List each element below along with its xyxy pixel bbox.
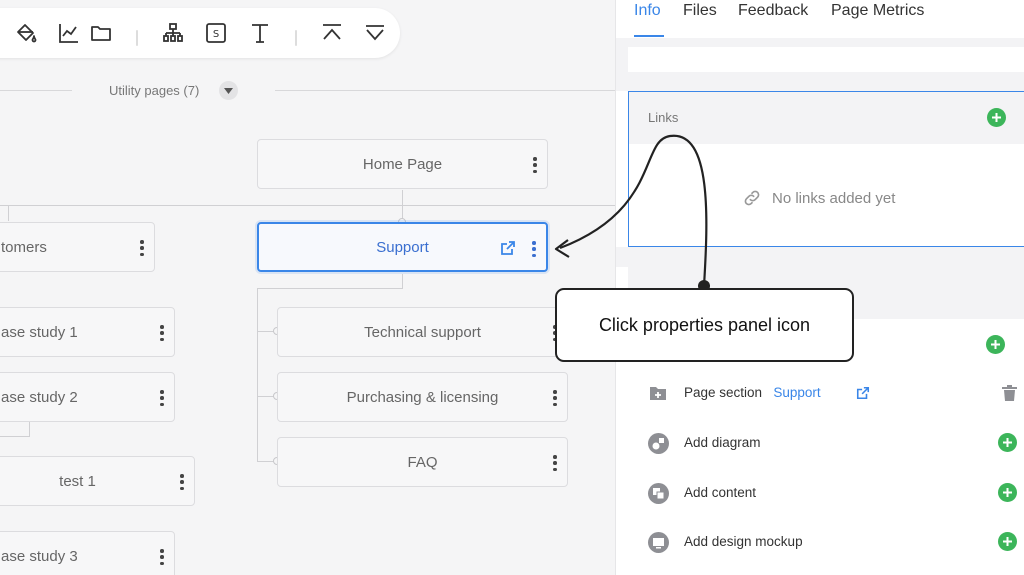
node-label: ase study 3 — [1, 547, 78, 565]
page-section-row[interactable]: Page section Support — [628, 373, 1024, 413]
node-label: tomers — [1, 238, 47, 256]
more-options-icon[interactable] — [553, 455, 557, 471]
divider — [0, 90, 72, 91]
divider — [275, 90, 615, 91]
add-design-mockup-button[interactable] — [998, 532, 1017, 551]
connector — [29, 422, 30, 436]
add-diagram-button[interactable] — [998, 433, 1017, 452]
connector — [0, 436, 30, 437]
add-link-button[interactable] — [987, 108, 1006, 127]
page-section-link[interactable]: Support — [773, 385, 820, 400]
utility-pages-toggle[interactable] — [219, 81, 238, 100]
page-node-test-1[interactable]: test 1 — [0, 456, 195, 506]
folder-icon[interactable] — [88, 20, 114, 46]
page-node-purchasing-licensing[interactable]: Purchasing & licensing — [277, 372, 568, 422]
paint-bucket-icon[interactable] — [13, 20, 39, 46]
page-node-case-study-2[interactable]: ase study 2 — [0, 372, 175, 422]
sitemap-icon[interactable] — [160, 20, 186, 46]
plus-icon — [992, 113, 1001, 122]
row-label: Add diagram — [684, 435, 761, 450]
page-node-case-study-3[interactable]: ase study 3 — [0, 531, 175, 575]
dollar-box-icon[interactable]: S — [203, 20, 229, 46]
page-node-support[interactable]: Support — [257, 222, 548, 272]
text-icon[interactable] — [247, 20, 273, 46]
connector — [8, 205, 9, 221]
tab-feedback[interactable]: Feedback — [738, 2, 808, 20]
links-header: Links — [629, 92, 1024, 144]
chevron-down-icon — [224, 87, 233, 94]
connector — [257, 288, 258, 462]
connector — [258, 288, 403, 289]
collapse-up-icon[interactable] — [319, 20, 345, 46]
add-section-button[interactable] — [986, 335, 1005, 354]
more-options-icon[interactable] — [553, 390, 557, 406]
utility-pages-label: Utility pages (7) — [109, 83, 200, 98]
content-icon — [648, 483, 669, 504]
mockup-icon — [648, 532, 669, 553]
links-section: Links No links added yet — [628, 91, 1024, 247]
more-options-icon[interactable] — [140, 240, 144, 256]
plus-icon — [991, 340, 1000, 349]
row-label: Add content — [684, 485, 757, 500]
row-label: Page section — [684, 385, 763, 400]
tooltip-callout: Click properties panel icon — [555, 288, 854, 362]
external-link-icon[interactable] — [856, 386, 870, 400]
node-label: Support — [376, 238, 429, 256]
line-chart-icon[interactable] — [56, 20, 82, 46]
node-label: Home Page — [362, 155, 443, 173]
plus-icon — [1003, 488, 1012, 497]
add-diagram-row[interactable]: Add diagram — [628, 423, 1024, 463]
panel-tabs: Info Files Feedback Page Metrics — [616, 0, 1024, 38]
tab-files[interactable]: Files — [683, 2, 717, 20]
row-label: Add design mockup — [684, 534, 803, 549]
trash-icon[interactable] — [1001, 384, 1018, 402]
empty-links-message: No links added yet — [742, 188, 895, 208]
sitemap-canvas[interactable]: S Utility pages (7) Home Page Support to… — [0, 0, 615, 575]
page-node-customers[interactable]: tomers — [0, 222, 155, 272]
add-design-mockup-row[interactable]: Add design mockup — [628, 522, 1024, 562]
node-label: Purchasing & licensing — [346, 388, 499, 406]
more-options-icon[interactable] — [532, 241, 536, 257]
tab-info[interactable]: Info — [634, 2, 661, 20]
more-options-icon[interactable] — [160, 325, 164, 341]
expand-down-icon[interactable] — [362, 20, 388, 46]
add-content-row[interactable]: Add content — [628, 473, 1024, 513]
connector — [402, 274, 403, 288]
empty-links-text: No links added yet — [772, 189, 896, 207]
more-options-icon[interactable] — [533, 157, 537, 173]
plus-icon — [1003, 537, 1012, 546]
more-options-icon[interactable] — [160, 390, 164, 406]
toolbar-divider — [136, 30, 138, 46]
connector — [0, 205, 615, 206]
node-label: Technical support — [364, 323, 481, 341]
panel-section — [628, 47, 1024, 72]
links-label: Links — [648, 110, 679, 125]
page-node-case-study-1[interactable]: ase study 1 — [0, 307, 175, 357]
page-node-technical-support[interactable]: Technical support — [277, 307, 568, 357]
callout-text: Click properties panel icon — [598, 314, 811, 335]
node-label: ase study 2 — [1, 388, 78, 406]
toolbar-divider — [295, 30, 297, 46]
tab-page-metrics[interactable]: Page Metrics — [831, 2, 924, 20]
more-options-icon[interactable] — [180, 474, 184, 490]
more-options-icon[interactable] — [160, 549, 164, 565]
add-content-button[interactable] — [998, 483, 1017, 502]
node-label: FAQ — [407, 453, 438, 471]
folder-plus-icon — [650, 387, 666, 400]
diagram-icon — [648, 433, 669, 454]
page-node-faq[interactable]: FAQ — [277, 437, 568, 487]
active-tab-indicator — [634, 35, 664, 37]
plus-icon — [1003, 438, 1012, 447]
node-label: test 1 — [59, 472, 96, 490]
canvas-toolbar: S — [0, 8, 400, 58]
panel-section-gap — [616, 247, 1024, 267]
svg-text:S: S — [213, 29, 219, 40]
link-icon — [744, 190, 760, 206]
node-label: ase study 1 — [1, 323, 78, 341]
page-node-home[interactable]: Home Page — [257, 139, 548, 189]
open-properties-icon[interactable] — [500, 240, 516, 256]
page-section-label: Page section Support — [684, 385, 821, 400]
